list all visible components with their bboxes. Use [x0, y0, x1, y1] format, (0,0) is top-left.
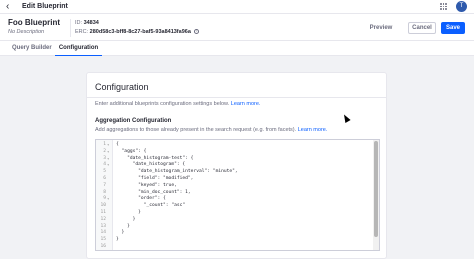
aggregation-learn-more-link[interactable]: Learn more.: [298, 127, 328, 133]
code-line: "keyed": true,: [116, 182, 177, 188]
line-number: 13: [100, 223, 106, 229]
page-title: Edit Blueprint: [22, 3, 68, 10]
blueprint-header: Foo Blueprint No Description ID: 34834 E…: [0, 14, 474, 41]
tab-query-builder[interactable]: Query Builder: [12, 41, 52, 56]
code-line: }: [116, 230, 125, 236]
line-number: 3: [103, 155, 106, 161]
line-number: 10: [100, 203, 106, 209]
avatar[interactable]: T: [456, 1, 467, 12]
editor-gutter: 1 ▾ 2 ▾ 3 ▾ 4 ▾ 5 6 7 8 9 ▾ 10 11 12 13 14 15 16: [96, 140, 113, 250]
line-number: 6: [103, 176, 106, 181]
code-line: "date_histogram_interval": "minute",: [116, 169, 238, 175]
erc-label: ERC:: [75, 29, 89, 35]
code-line: "min_doc_count": 1,: [116, 189, 191, 195]
code-line: "_count": "asc": [116, 203, 186, 209]
code-line: }: [116, 216, 136, 222]
card-divider: [87, 97, 386, 98]
code-line: {: [116, 142, 119, 147]
line-number: 14: [100, 230, 106, 236]
editor-scroll-thumb[interactable]: [374, 141, 378, 237]
card-title: Configuration: [95, 82, 149, 92]
line-number: 12: [100, 216, 106, 222]
grid-icon[interactable]: [440, 3, 447, 10]
fold-icon[interactable]: ▾: [107, 162, 109, 168]
cancel-button[interactable]: Cancel: [408, 22, 436, 34]
config-intro: Enter additional blueprints configuratio…: [95, 101, 260, 108]
code-line: "aggs": {: [116, 148, 147, 154]
divider: [70, 19, 71, 37]
configuration-card: Configuration Enter additional blueprint…: [86, 72, 387, 259]
blueprint-erc: ERC: 280d58c3-bff8-8c27-baf5-93a8413fa96…: [75, 29, 200, 36]
line-number: 9: [103, 196, 106, 202]
config-intro-text: Enter additional blueprints configuratio…: [95, 101, 230, 107]
editor-scrollbar[interactable]: [373, 140, 379, 250]
line-number: 16: [100, 244, 106, 249]
line-number: 15: [100, 237, 106, 243]
line-number: 2: [103, 148, 106, 154]
tab-configuration[interactable]: Configuration: [55, 41, 102, 56]
code-editor[interactable]: 1 ▾ 2 ▾ 3 ▾ 4 ▾ 5 6 7 8 9 ▾ 10 11 12 13 14 15 16 { "aggs": {…: [95, 139, 380, 251]
aggregation-description: Add aggregations to those already presen…: [95, 127, 327, 134]
line-number: 4: [103, 162, 106, 168]
line-number: 5: [103, 169, 106, 175]
line-number: 7: [103, 182, 106, 188]
code-line: "date_histogram": {: [116, 162, 186, 168]
blueprint-id: ID: 34834: [75, 20, 99, 27]
id-value: 34834: [83, 20, 99, 26]
line-number: 11: [100, 210, 106, 215]
aggregation-description-text: Add aggregations to those already presen…: [95, 127, 297, 133]
save-button[interactable]: Save: [441, 22, 465, 34]
info-icon[interactable]: i: [194, 29, 200, 35]
code-line: "date_histogram-test": {: [116, 155, 194, 161]
line-number: 8: [103, 189, 106, 195]
code-line: }: [116, 223, 130, 229]
fold-icon[interactable]: ▾: [107, 196, 109, 202]
top-bar: ‹ Edit Blueprint T: [0, 0, 474, 14]
fold-icon[interactable]: ▾: [107, 149, 109, 155]
back-button[interactable]: ‹: [6, 1, 9, 12]
erc-value: 280d58c3-bff8-8c27-baf5-93a8413fa96a: [89, 29, 191, 35]
code-line: }: [116, 237, 119, 243]
learn-more-link[interactable]: Learn more.: [231, 101, 261, 107]
code-line: }: [116, 210, 141, 215]
fold-icon[interactable]: ▾: [107, 142, 109, 148]
blueprint-description: No Description: [8, 29, 45, 35]
tab-bar: Query Builder Configuration: [0, 41, 474, 56]
fold-icon[interactable]: ▾: [107, 156, 109, 162]
code-line: "field": "modified",: [116, 176, 194, 181]
line-number: 1: [103, 142, 106, 147]
blueprint-name: Foo Blueprint: [8, 18, 60, 27]
code-line: "order": {: [116, 196, 166, 202]
preview-button[interactable]: Preview: [366, 22, 396, 34]
id-label: ID:: [75, 20, 83, 26]
aggregation-title: Aggregation Configuration: [95, 118, 172, 124]
